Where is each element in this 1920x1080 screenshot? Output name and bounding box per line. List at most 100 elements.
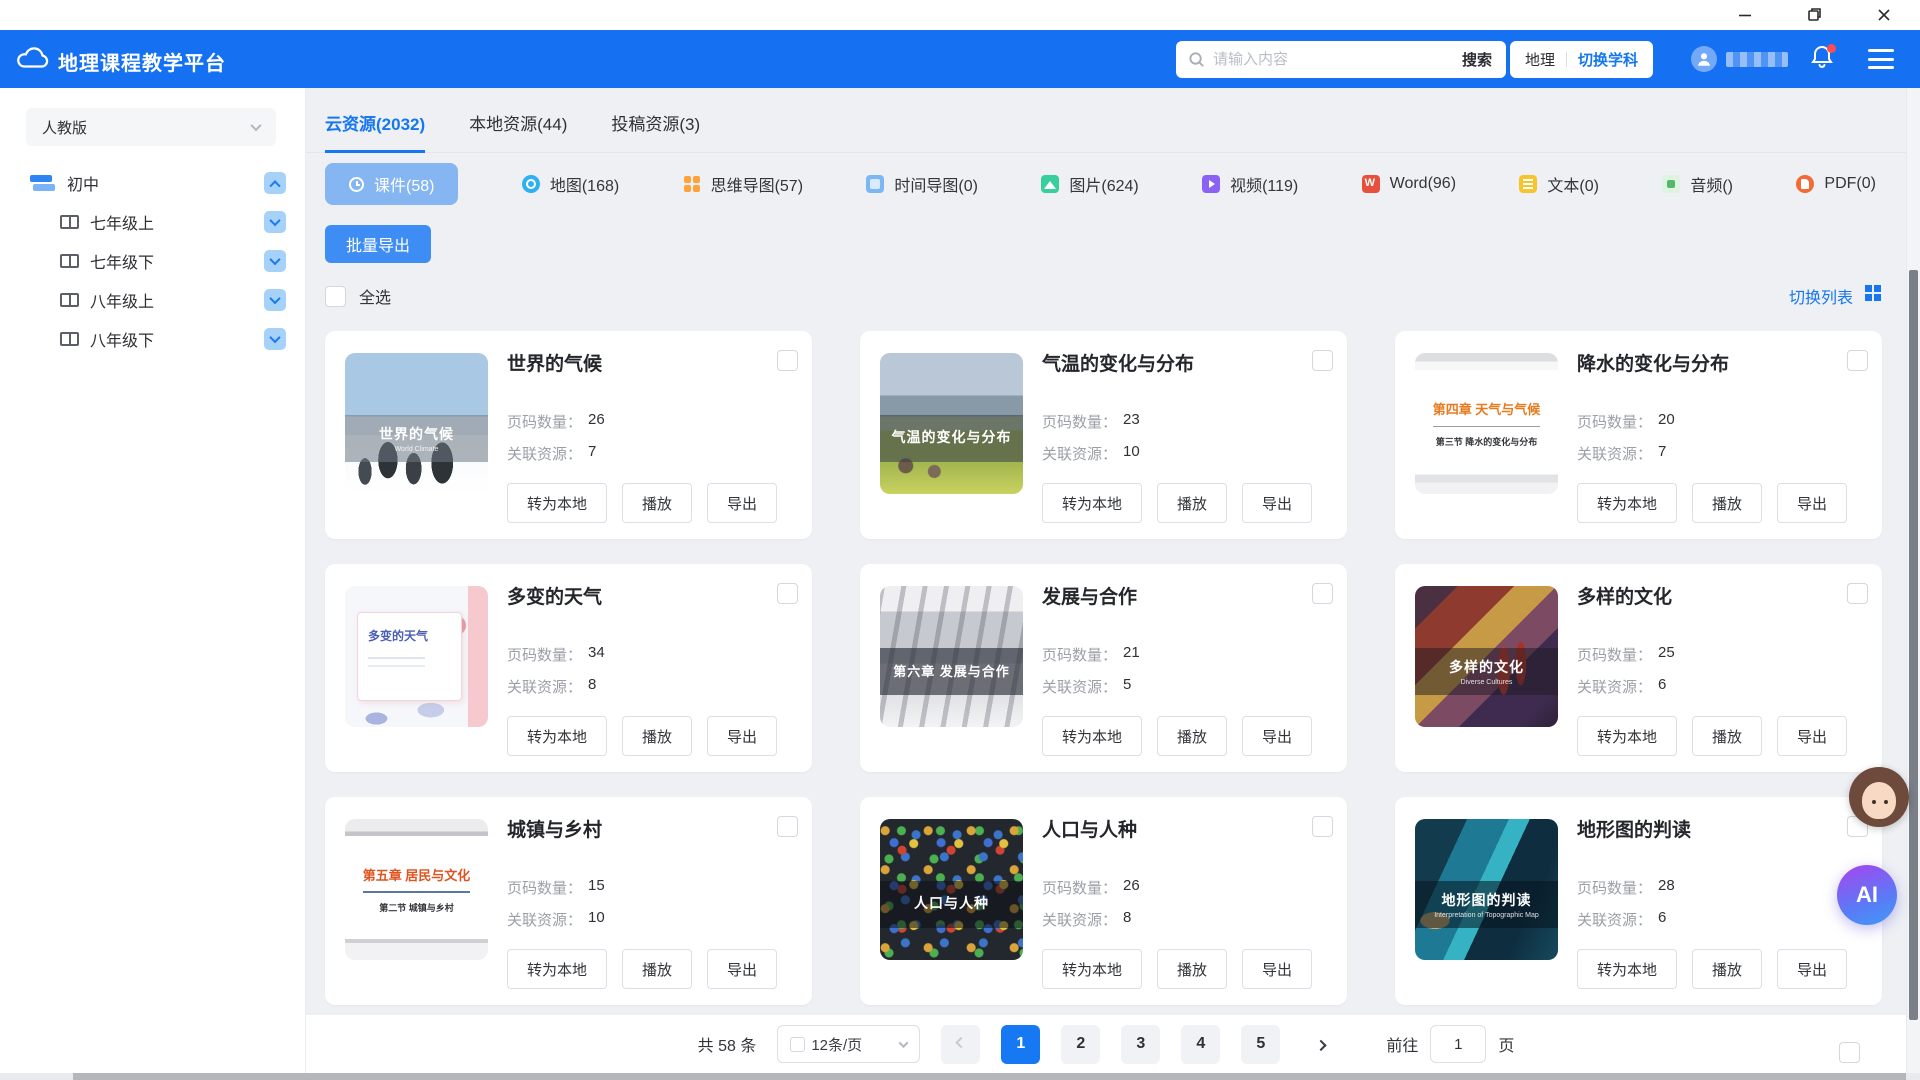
play-button[interactable]: 播放 [622, 483, 692, 523]
course-thumbnail[interactable]: 第六章 发展与合作 [880, 586, 1023, 727]
resource-card: 第六章 发展与合作 发展与合作 页码数量： 21 关联资源： 5 [860, 564, 1347, 772]
course-thumbnail[interactable]: 气温的变化与分布 [880, 353, 1023, 494]
filter-chip[interactable]: 时间导图(0) [866, 172, 978, 196]
minimize-icon[interactable] [1737, 7, 1753, 23]
filter-chip[interactable]: PDF(0) [1796, 175, 1876, 193]
page-button[interactable]: 1 [1001, 1025, 1040, 1064]
pagination-checkbox[interactable] [1839, 1042, 1860, 1063]
play-button[interactable]: 播放 [1157, 949, 1227, 989]
to-local-button[interactable]: 转为本地 [1577, 716, 1677, 756]
to-local-button[interactable]: 转为本地 [1577, 949, 1677, 989]
filter-chip[interactable]: 音频() [1662, 172, 1733, 196]
sidebar-item[interactable]: 八年级上 [0, 285, 305, 315]
ai-assistant-button[interactable]: AI [1837, 865, 1897, 925]
resource-tab[interactable]: 云资源(2032) [325, 110, 425, 153]
to-local-button[interactable]: 转为本地 [507, 716, 607, 756]
course-thumbnail[interactable]: 世界的气候 World Climate [345, 353, 488, 494]
filter-chip[interactable]: 思维导图(57) [683, 172, 803, 196]
card-checkbox[interactable] [777, 816, 798, 837]
filter-chip[interactable]: 文本(0) [1519, 172, 1599, 196]
play-button[interactable]: 播放 [1692, 716, 1762, 756]
export-button[interactable]: 导出 [707, 483, 777, 523]
vertical-scrollbar-thumb[interactable] [1909, 270, 1918, 1020]
play-button[interactable]: 播放 [622, 949, 692, 989]
assistant-avatar[interactable] [1849, 767, 1909, 827]
export-button[interactable]: 导出 [707, 949, 777, 989]
course-thumbnail[interactable]: 地形图的判读 Interpretation of Topographic Map [1415, 819, 1558, 960]
expand-button[interactable] [264, 250, 286, 272]
course-thumbnail[interactable]: 人口与人种 [880, 819, 1023, 960]
export-button[interactable]: 导出 [707, 716, 777, 756]
edition-select-value: 人教版 [42, 117, 87, 138]
search-input[interactable] [1213, 51, 1462, 68]
card-checkbox[interactable] [1847, 583, 1868, 604]
to-local-button[interactable]: 转为本地 [507, 483, 607, 523]
card-checkbox[interactable] [777, 583, 798, 604]
to-local-button[interactable]: 转为本地 [1577, 483, 1677, 523]
sidebar-item[interactable]: 七年级上 [0, 207, 305, 237]
page-size-select[interactable]: 12条/页 [777, 1025, 920, 1063]
filter-chip[interactable]: Word(96) [1362, 175, 1456, 193]
to-local-button[interactable]: 转为本地 [507, 949, 607, 989]
page-button[interactable]: 4 [1181, 1025, 1220, 1064]
menu-icon[interactable] [1868, 49, 1894, 69]
filter-chip[interactable]: 地图(168) [522, 172, 619, 196]
export-button[interactable]: 导出 [1242, 483, 1312, 523]
filter-chip[interactable]: 课件(58) [325, 163, 458, 205]
card-checkbox[interactable] [1847, 350, 1868, 371]
next-page-button[interactable] [1301, 1025, 1340, 1064]
to-local-button[interactable]: 转为本地 [1042, 483, 1142, 523]
resource-tab[interactable]: 本地资源(44) [469, 110, 567, 153]
vertical-scrollbar[interactable] [1906, 88, 1920, 1073]
sidebar-item[interactable]: 七年级下 [0, 246, 305, 276]
page-button[interactable]: 2 [1061, 1025, 1100, 1064]
export-button[interactable]: 导出 [1242, 716, 1312, 756]
play-button[interactable]: 播放 [1692, 483, 1762, 523]
horizontal-scrollbar-thumb[interactable] [73, 1073, 1906, 1080]
expand-button[interactable] [264, 328, 286, 350]
to-local-button[interactable]: 转为本地 [1042, 716, 1142, 756]
play-button[interactable]: 播放 [1692, 949, 1762, 989]
thumbnail-chapter: 第五章 居民与文化 [363, 865, 471, 893]
sidebar-item-root[interactable]: 初中 [0, 168, 305, 198]
export-button[interactable]: 导出 [1777, 949, 1847, 989]
to-local-button[interactable]: 转为本地 [1042, 949, 1142, 989]
horizontal-scrollbar[interactable] [0, 1073, 1920, 1080]
card-checkbox[interactable] [1312, 350, 1333, 371]
card-checkbox[interactable] [1312, 583, 1333, 604]
play-button[interactable]: 播放 [1157, 483, 1227, 523]
select-all-checkbox[interactable] [325, 286, 346, 307]
user-avatar[interactable] [1691, 46, 1717, 72]
switch-subject-button[interactable]: 切换学科 [1578, 49, 1638, 70]
linked-label: 关联资源： [1042, 443, 1117, 464]
prev-page-button[interactable] [941, 1025, 980, 1064]
play-button[interactable]: 播放 [1157, 716, 1227, 756]
expand-button[interactable] [264, 211, 286, 233]
resource-tab[interactable]: 投稿资源(3) [611, 110, 700, 153]
edition-select[interactable]: 人教版 [26, 108, 276, 146]
card-checkbox[interactable] [777, 350, 798, 371]
collapse-button[interactable] [264, 172, 286, 194]
play-button[interactable]: 播放 [622, 716, 692, 756]
export-button[interactable]: 导出 [1777, 483, 1847, 523]
course-thumbnail[interactable]: 第四章 天气与气候 第三节 降水的变化与分布 [1415, 353, 1558, 494]
filter-chip[interactable]: 视频(119) [1202, 172, 1298, 196]
expand-button[interactable] [264, 289, 286, 311]
filter-chip[interactable]: 图片(624) [1041, 172, 1138, 196]
search-button[interactable]: 搜索 [1462, 49, 1492, 70]
page-button[interactable]: 5 [1241, 1025, 1280, 1064]
export-button[interactable]: 导出 [1777, 716, 1847, 756]
export-button[interactable]: 导出 [1242, 949, 1312, 989]
course-thumbnail[interactable]: 多样的文化 Diverse Cultures [1415, 586, 1558, 727]
page-button[interactable]: 3 [1121, 1025, 1160, 1064]
switch-list-button[interactable]: 切换列表 [1789, 284, 1881, 308]
bulk-export-button[interactable]: 批量导出 [325, 225, 431, 263]
goto-page-input[interactable] [1430, 1025, 1486, 1063]
close-icon[interactable] [1876, 7, 1892, 23]
card-checkbox[interactable] [1312, 816, 1333, 837]
course-thumbnail[interactable]: 第五章 居民与文化 第二节 城镇与乡村 [345, 819, 488, 960]
maximize-icon[interactable] [1806, 7, 1822, 23]
notification-bell-icon[interactable] [1810, 44, 1836, 72]
course-thumbnail[interactable]: 多变的天气 [345, 586, 488, 727]
sidebar-item[interactable]: 八年级下 [0, 324, 305, 354]
